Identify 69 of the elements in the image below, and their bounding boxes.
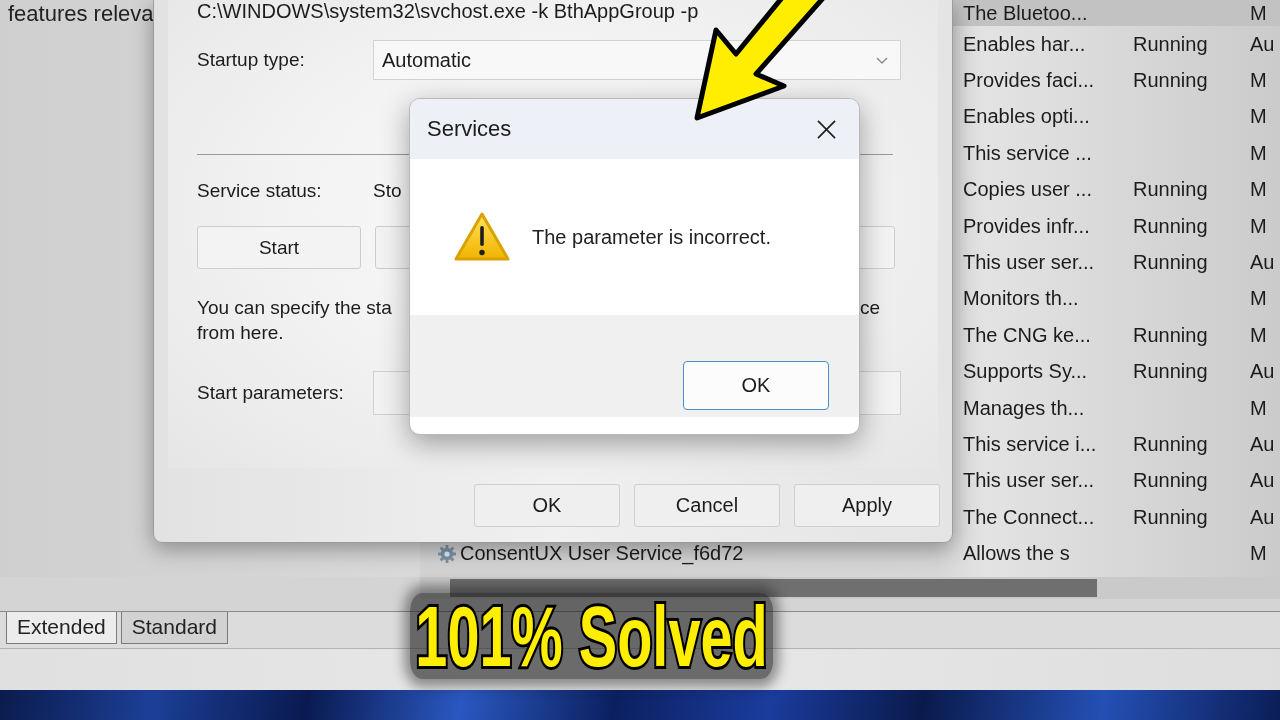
dialog-button[interactable]: Apply xyxy=(794,484,940,527)
status-cell: Running xyxy=(1133,469,1208,492)
ok-button[interactable]: OK xyxy=(683,361,829,410)
status-cell: Running xyxy=(1133,433,1208,455)
start-parameters-label: Start parameters: xyxy=(197,382,345,404)
chevron-down-icon xyxy=(876,56,888,64)
description-cell: Provides faci... xyxy=(963,69,1095,92)
startup-type-label: Startup type: xyxy=(197,49,306,71)
view-tab[interactable]: Standard xyxy=(120,612,228,645)
status-cell: Running xyxy=(1133,360,1208,383)
executable-path: C:\WINDOWS\system32\svchost.exe -k BthAppGroup -p xyxy=(197,0,700,22)
startup-type-cell: M xyxy=(1250,214,1267,237)
description-cell: This user ser... xyxy=(963,469,1095,492)
description-text: features releva xyxy=(8,1,154,26)
description-cell: Copies user ... xyxy=(963,178,1092,201)
description-cell: The Connect... xyxy=(963,505,1095,528)
status-cell: Running xyxy=(1133,32,1208,55)
error-message: The parameter is incorrect. xyxy=(532,225,771,249)
scrollbar-thumb[interactable] xyxy=(450,579,1097,598)
startup-type-cell: Au xyxy=(1250,251,1275,274)
hint-text: You can specify the sta xyxy=(197,296,392,320)
status-cell: Running xyxy=(1133,178,1208,201)
description-cell: Monitors th... xyxy=(963,287,1079,310)
startup-type-cell: Au xyxy=(1250,433,1275,455)
startup-type-cell: Au xyxy=(1250,32,1275,55)
gear-icon xyxy=(437,543,457,564)
service-status-value: Sto xyxy=(373,180,402,202)
description-cell: Provides infr... xyxy=(963,214,1090,237)
startup-type-cell: M xyxy=(1250,1,1267,24)
startup-type-cell: M xyxy=(1250,105,1267,128)
startup-type-cell: M xyxy=(1250,287,1267,310)
startup-type-cell: Au xyxy=(1250,469,1275,492)
description-cell: This service i... xyxy=(963,433,1097,455)
dialog-button[interactable]: Cancel xyxy=(634,484,780,527)
status-cell: Running xyxy=(1133,69,1208,92)
view-tab[interactable]: Extended xyxy=(6,612,117,645)
startup-type-cell: M xyxy=(1250,542,1267,565)
description-cell: Enables har... xyxy=(963,32,1086,55)
startup-type-cell: Au xyxy=(1250,360,1275,383)
caption-text: 101% Solved xyxy=(410,593,773,679)
startup-type-cell: M xyxy=(1250,141,1267,164)
hint-text: from here. xyxy=(197,321,284,345)
horizontal-scrollbar[interactable] xyxy=(420,577,1280,600)
dialog-button[interactable]: OK xyxy=(474,484,620,527)
start-button[interactable]: Start xyxy=(197,226,361,269)
description-cell: Allows the s xyxy=(963,542,1070,565)
description-cell: Manages th... xyxy=(963,396,1085,419)
description-cell: Enables opti... xyxy=(963,105,1090,128)
status-cell: Running xyxy=(1133,251,1208,274)
status-cell: Running xyxy=(1133,505,1208,528)
service-name: ConsentUX User Service_f6d72 xyxy=(460,542,744,566)
close-icon xyxy=(816,119,836,139)
list-row[interactable]: ConsentUX User Service_f6d72 Allows the s M xyxy=(420,535,1280,572)
dialog-title: Services xyxy=(427,116,512,142)
warning-icon xyxy=(454,212,510,262)
status-cell: Running xyxy=(1133,323,1208,346)
description-cell: Supports Sy... xyxy=(963,360,1088,383)
description-cell: This service ... xyxy=(963,141,1092,164)
description-cell: The Bluetoo... xyxy=(963,1,1088,24)
startup-type-cell: M xyxy=(1250,396,1267,419)
startup-type-cell: M xyxy=(1250,69,1267,92)
startup-type-cell: Au xyxy=(1250,505,1275,528)
startup-type-cell: M xyxy=(1250,178,1267,201)
description-cell: The CNG ke... xyxy=(963,323,1091,346)
service-status-label: Service status: xyxy=(197,180,323,202)
startup-type-cell: M xyxy=(1250,323,1267,346)
status-cell: Running xyxy=(1133,214,1208,237)
description-cell: This user ser... xyxy=(963,251,1095,274)
hint-text: ce xyxy=(859,296,880,320)
